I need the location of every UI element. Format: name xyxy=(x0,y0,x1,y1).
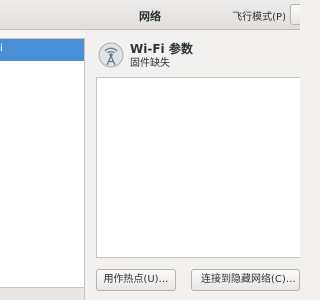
sidebar: i xyxy=(0,30,85,300)
device-list: i xyxy=(0,38,85,288)
sidebar-item-wifi[interactable]: i xyxy=(0,39,84,61)
network-list xyxy=(96,77,300,258)
wifi-antenna-icon xyxy=(98,42,124,68)
sidebar-toolbar xyxy=(0,288,85,300)
network-window: 网络 飞行模式(P) i Wi-Fi 参数 固件缺失 用作热点(U)… 连接到隐… xyxy=(0,0,300,300)
airplane-mode-label: 飞行模式(P) xyxy=(232,12,286,23)
airplane-mode-switch[interactable] xyxy=(290,4,300,25)
connect-hidden-network-button[interactable]: 连接到隐藏网络(C)… xyxy=(191,269,300,291)
use-as-hotspot-button[interactable]: 用作热点(U)… xyxy=(96,269,176,291)
device-status: 固件缺失 xyxy=(130,58,170,69)
header-bar: 网络 飞行模式(P) xyxy=(0,0,300,30)
sidebar-item-label: i xyxy=(0,43,3,54)
